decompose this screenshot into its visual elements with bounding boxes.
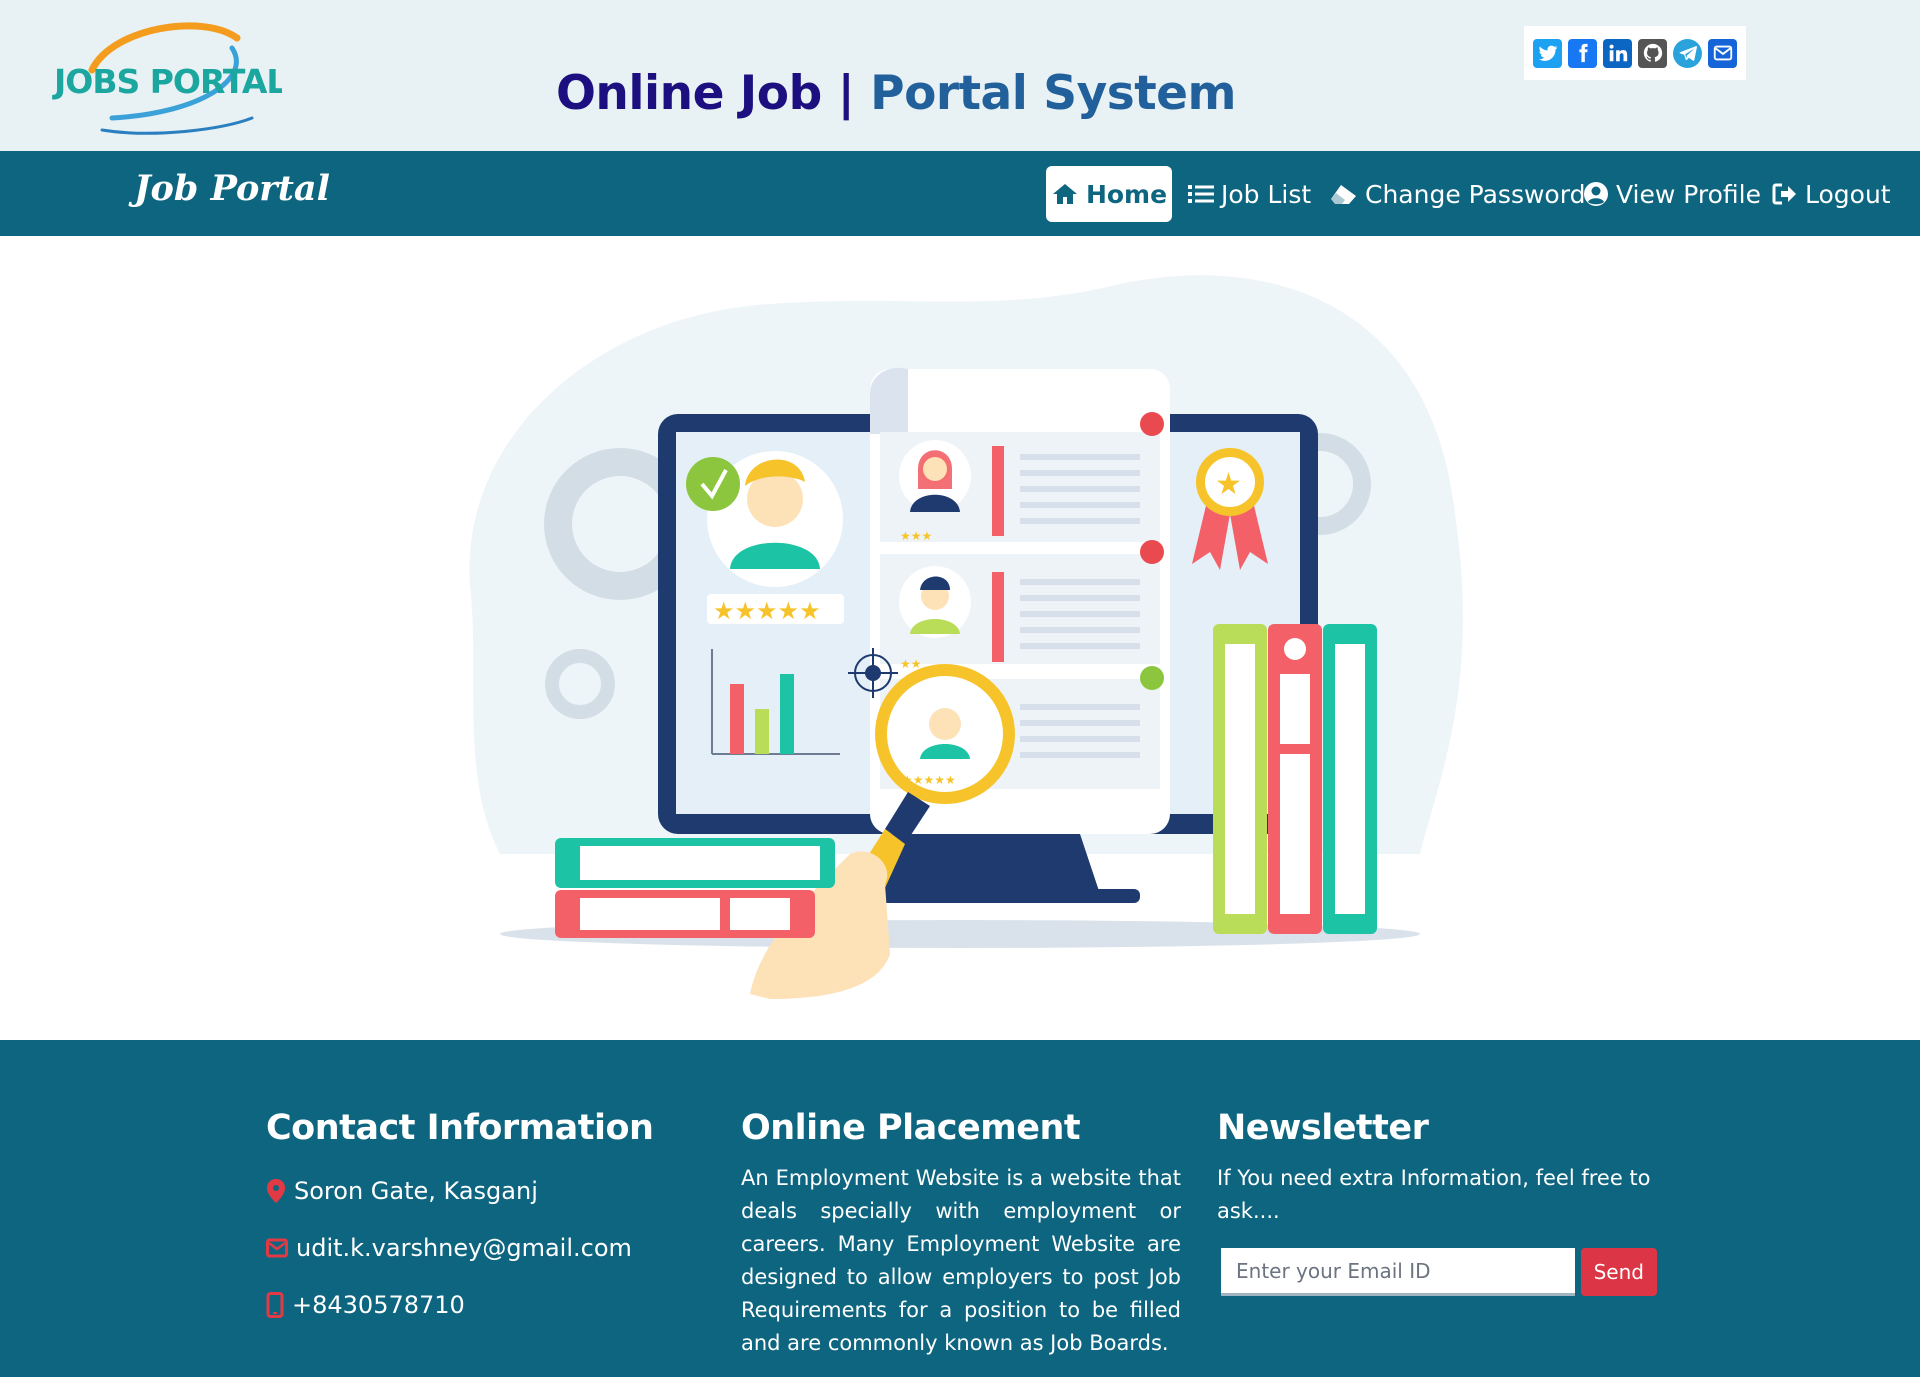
- mobile-phone-icon: [266, 1291, 284, 1318]
- social-links: [1524, 26, 1746, 80]
- nav-view-profile[interactable]: View Profile: [1583, 166, 1761, 222]
- facebook-icon[interactable]: [1568, 38, 1597, 68]
- newsletter-text: If You need extra Information, feel free…: [1217, 1166, 1651, 1223]
- placement-text: An Employment Website is a website that …: [741, 1166, 1181, 1355]
- navbar-brand[interactable]: Job Portal: [134, 168, 330, 209]
- contact-phone[interactable]: +8430578710: [266, 1276, 706, 1333]
- nav-view-profile-label: View Profile: [1616, 179, 1762, 209]
- sign-out-icon: [1772, 182, 1798, 206]
- nav-job-list-label: Job List: [1221, 179, 1312, 209]
- contact-heading: Contact Information: [266, 1108, 654, 1148]
- contact-phone-text: +8430578710: [292, 1290, 465, 1319]
- top-header: JOBS PORTAL Online Job | Portal System: [0, 0, 1920, 151]
- nav-change-password-label: Change Password: [1365, 179, 1586, 209]
- newsletter-heading: Newsletter: [1217, 1108, 1429, 1148]
- newsletter-form: Send: [1221, 1248, 1657, 1296]
- list-icon: [1188, 183, 1214, 205]
- contact-email-text: udit.k.varshney@gmail.com: [296, 1233, 632, 1262]
- github-icon[interactable]: [1638, 38, 1667, 68]
- linkedin-icon[interactable]: [1603, 38, 1632, 68]
- placement-heading: Online Placement: [741, 1108, 1081, 1148]
- svg-text:★★★★★: ★★★★★: [713, 597, 821, 625]
- user-circle-icon: [1583, 181, 1609, 207]
- contact-section: Contact Information Soron Gate, Kasganj …: [266, 1108, 706, 1333]
- map-marker-icon: [266, 1178, 286, 1204]
- svg-text:★: ★: [1215, 467, 1242, 502]
- svg-text:★★: ★★: [900, 657, 922, 671]
- contact-address-text: Soron Gate, Kasganj: [294, 1176, 538, 1205]
- envelope-icon: [266, 1238, 288, 1258]
- navbar: Job Portal Home Job List Change Password…: [0, 151, 1920, 236]
- svg-text:★★★★★: ★★★★★: [902, 773, 956, 787]
- svg-text:★★★: ★★★: [900, 529, 932, 543]
- title-part2: Portal System: [870, 66, 1237, 121]
- newsletter-section: Newsletter If You need extra Information…: [1217, 1108, 1657, 1296]
- home-icon: [1051, 182, 1079, 206]
- twitter-icon[interactable]: [1533, 38, 1562, 68]
- nav-logout[interactable]: Logout: [1772, 166, 1891, 222]
- nav-job-list[interactable]: Job List: [1188, 166, 1311, 222]
- title-separator: |: [837, 66, 855, 121]
- newsletter-email-input[interactable]: [1221, 1248, 1575, 1296]
- send-button[interactable]: Send: [1580, 1248, 1657, 1296]
- eraser-icon: [1330, 182, 1358, 206]
- nav-home[interactable]: Home: [1046, 166, 1172, 222]
- contact-email[interactable]: udit.k.varshney@gmail.com: [266, 1219, 706, 1276]
- nav-logout-label: Logout: [1805, 179, 1891, 209]
- hero-section: ★★★★★ ★★★ ★★ ★★★★★ ★: [0, 236, 1920, 1040]
- nav-home-label: Home: [1085, 179, 1168, 209]
- telegram-icon[interactable]: [1673, 38, 1702, 68]
- job-search-illustration: ★★★★★ ★★★ ★★ ★★★★★ ★: [469, 275, 1463, 999]
- nav-change-password[interactable]: Change Password: [1330, 166, 1585, 222]
- envelope-icon[interactable]: [1708, 38, 1737, 68]
- title-part1: Online Job: [555, 66, 822, 121]
- placement-section: Online Placement An Employment Website i…: [741, 1108, 1181, 1360]
- contact-address: Soron Gate, Kasganj: [266, 1162, 706, 1219]
- footer: Contact Information Soron Gate, Kasganj …: [0, 1040, 1920, 1377]
